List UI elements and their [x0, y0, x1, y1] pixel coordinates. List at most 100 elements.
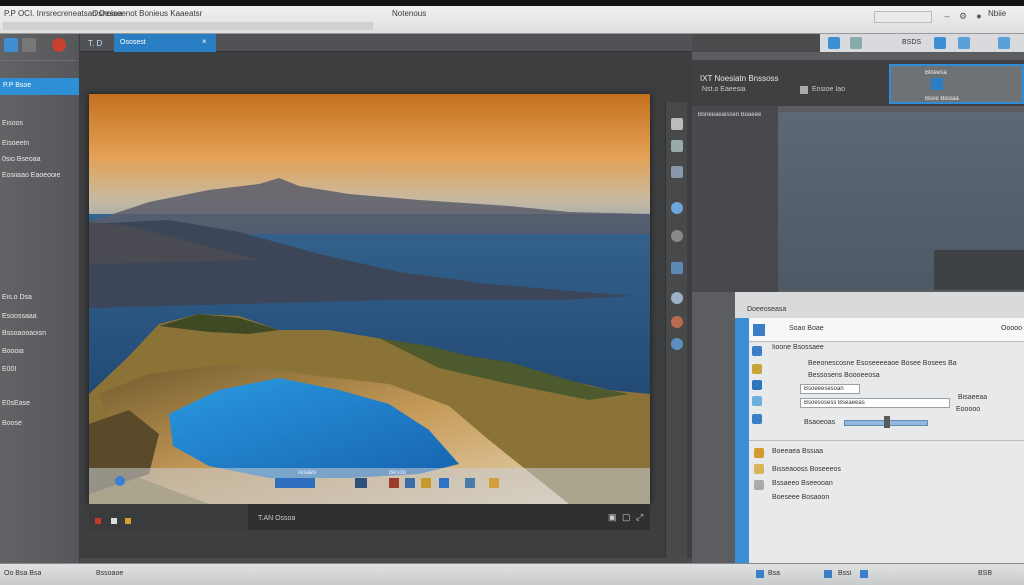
move-tool-icon[interactable] — [671, 118, 683, 130]
close-icon[interactable]: × — [202, 37, 207, 46]
sidebar-item[interactable]: Eis.o Dsa — [2, 294, 32, 301]
sidebar-item[interactable]: E0sEase — [2, 400, 30, 407]
folder-icon[interactable] — [754, 448, 764, 458]
mini-window — [934, 250, 1024, 290]
thumb-label: Bloeesa — [925, 70, 947, 76]
app-icon[interactable] — [489, 478, 499, 488]
crop-tool-icon[interactable] — [671, 166, 683, 178]
app-icon[interactable] — [860, 570, 868, 578]
cloud-icon[interactable] — [934, 37, 946, 49]
window-icon[interactable] — [958, 37, 970, 49]
menu-strip — [3, 22, 373, 30]
toolbar-label: BSDS — [902, 39, 922, 46]
panel-subtitle: Nst.o Eaeesia — [702, 86, 746, 93]
window-title: Osnoiseenot Bonieus Kaaeatsr — [92, 9, 203, 18]
field-value: Bsoeeesesoan — [804, 386, 844, 392]
fit-icon[interactable]: ▢ — [622, 512, 631, 523]
zoom-icon[interactable]: ▣ — [608, 512, 617, 523]
fullscreen-icon[interactable]: ⤢ — [636, 512, 643, 523]
sidebar-item-label: P.P Bsoe — [3, 82, 32, 89]
navigator-preview[interactable] — [778, 112, 1024, 290]
canvas-footer — [89, 504, 249, 530]
app-icon[interactable] — [421, 478, 431, 488]
app-icon[interactable] — [405, 478, 415, 488]
divider — [749, 440, 1024, 441]
record-icon[interactable] — [95, 518, 101, 524]
color-swatch-icon[interactable] — [671, 316, 683, 328]
image-icon[interactable] — [752, 364, 762, 374]
brush-tool-icon[interactable] — [671, 202, 683, 214]
sidebar-item[interactable]: Boose — [2, 420, 22, 427]
minimize-icon[interactable]: – — [942, 11, 952, 21]
window-icon[interactable] — [355, 478, 367, 488]
canvas-taskbar: Tesaes Besoo — [89, 468, 650, 504]
dialog-value: Eooooo — [956, 406, 981, 413]
dialog-row: Bsaoeoas — [804, 419, 836, 426]
search-box[interactable] — [874, 11, 932, 23]
user-icon[interactable]: ● — [974, 11, 984, 21]
name-input[interactable]: Bsoeeesesoan — [800, 384, 860, 394]
link-icon[interactable] — [752, 396, 762, 406]
dialog-header: Doeeoseasa — [735, 292, 1024, 318]
sidebar-item[interactable]: Eosiiaao Eaoeooie — [2, 172, 60, 179]
start-icon[interactable] — [115, 476, 125, 486]
sidebar-item[interactable]: Eisoeetn — [2, 140, 29, 147]
dialog-row: Boeseee Bosaoon — [772, 494, 830, 501]
taskbar-app-button[interactable] — [275, 478, 315, 488]
layer-icon[interactable] — [125, 518, 131, 524]
status-text: BSB — [978, 570, 993, 577]
panel-title: IXT Noesiatn Bnssoss — [700, 74, 779, 83]
gear-icon[interactable]: ⚙ — [958, 11, 968, 21]
taskbar-label: Besoo — [389, 470, 407, 476]
sidebar-item[interactable]: Eisoos — [2, 120, 23, 127]
home-icon[interactable] — [4, 38, 18, 52]
sidebar-item-active[interactable]: P.P Bsoe — [0, 78, 79, 95]
app-icon[interactable] — [389, 478, 399, 488]
canvas-status-bar: T.AN Ossoa ▣ ▢ ⤢ — [248, 506, 650, 530]
status-text: Bssoaoe — [96, 570, 124, 577]
document-title: Notenous — [392, 9, 427, 18]
record-icon[interactable] — [52, 38, 66, 52]
grid-icon[interactable] — [111, 518, 117, 524]
path-input[interactable]: Bsoesosess Bseaeeas — [800, 398, 950, 408]
select-tool-icon[interactable] — [671, 140, 683, 152]
brush-icon[interactable] — [850, 37, 862, 49]
app-icon[interactable] — [465, 478, 475, 488]
tab-active-document[interactable]: Ososest × — [114, 34, 216, 52]
settings-icon[interactable] — [998, 37, 1010, 49]
app-icon[interactable] — [439, 478, 449, 488]
image-icon[interactable] — [754, 464, 764, 474]
title-bar: P.P OCI. Inrsrecreneatsan Oesea Osnoisee… — [0, 0, 1024, 34]
layer-thumbnail[interactable]: Bloeesa Bsoe Bisoaa — [889, 64, 1024, 104]
sidebar-item[interactable]: E00I — [2, 366, 16, 373]
field-value: Bsoesosess Bseaeeas — [804, 400, 865, 406]
top-edge — [0, 0, 1024, 6]
layer-icon[interactable] — [800, 86, 808, 94]
settings-icon[interactable] — [752, 380, 762, 390]
file-icon[interactable] — [752, 346, 762, 356]
status-text: Bssi — [838, 570, 852, 577]
app-icon[interactable] — [824, 570, 832, 578]
sidebar-item[interactable]: Boooia — [2, 348, 24, 355]
file-icon[interactable] — [752, 414, 762, 424]
photo-artwork — [89, 94, 650, 504]
eyedropper-icon[interactable] — [671, 292, 683, 304]
slider-handle[interactable] — [884, 416, 890, 428]
pen-tool-icon[interactable] — [671, 230, 683, 242]
image-tool-icon[interactable] — [671, 262, 683, 274]
properties-list: Bsneeaeaissen Boaeee — [692, 106, 778, 292]
home-icon[interactable] — [828, 37, 840, 49]
circle-tool-icon[interactable] — [671, 338, 683, 350]
tab-label[interactable]: T. D — [88, 39, 102, 48]
document-icon[interactable] — [754, 480, 764, 490]
folder-icon[interactable] — [753, 324, 765, 336]
sidebar-item[interactable]: 0sio Bseoaa — [2, 156, 41, 163]
landscape-photo[interactable] — [89, 94, 650, 504]
start-icon[interactable] — [756, 570, 764, 578]
layers-icon[interactable] — [22, 38, 36, 52]
status-text: Oo Bsa Bsa — [4, 570, 42, 577]
sidebar-item[interactable]: Bssoaooaoisn — [2, 330, 46, 337]
taskbar-label: Tesaes — [297, 470, 317, 476]
sidebar-item[interactable]: Esoossaaa — [2, 313, 37, 320]
tab-label: Ososest — [120, 39, 146, 46]
